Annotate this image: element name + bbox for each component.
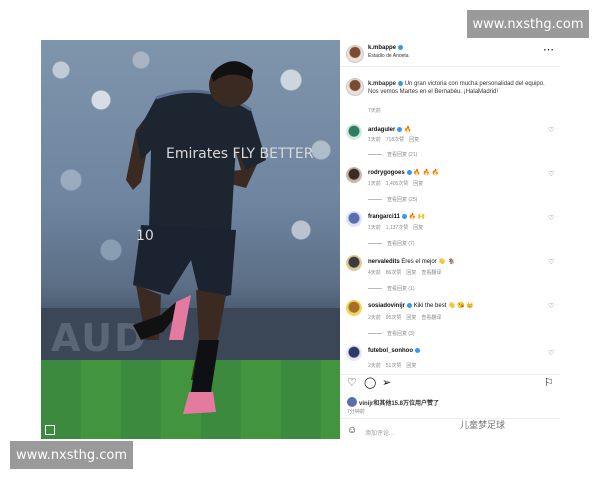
comment-body: 🔥 🙌 — [408, 214, 426, 220]
header-location[interactable]: Estadio de Anoeta — [368, 53, 409, 59]
comment-likes[interactable]: 1,405次赞 — [386, 181, 409, 187]
likes-count[interactable]: vinijr和其他15.8万位用户赞了 — [359, 398, 439, 407]
comment-avatar[interactable] — [346, 211, 362, 227]
share-icon[interactable]: ➢ — [382, 378, 391, 389]
gallery-icon — [45, 425, 55, 435]
comment-meta: 4天前 86次赞 回复 查看翻译 — [368, 269, 446, 276]
translate-button[interactable]: 查看翻译 — [421, 270, 441, 276]
comment-meta: 1天前 1,405次赞 回复 — [368, 180, 428, 187]
comment-avatar[interactable] — [346, 167, 362, 183]
header-username[interactable]: k.mbappe — [368, 45, 404, 51]
bookmark-icon[interactable]: ⚐ — [544, 378, 554, 389]
comment-likes[interactable]: 95次赞 — [386, 315, 402, 321]
verified-icon — [415, 348, 420, 353]
caption-avatar[interactable] — [346, 78, 364, 96]
comment-heart-icon[interactable]: ♡ — [548, 170, 554, 178]
comment-avatar[interactable] — [346, 345, 362, 361]
comment-heart-icon[interactable]: ♡ — [548, 126, 554, 134]
add-comment-input[interactable]: 添加评论... — [365, 428, 394, 437]
view-replies-button[interactable]: 查看回复 (3) — [368, 330, 415, 337]
comment-avatar[interactable] — [346, 300, 362, 316]
comment-avatar[interactable] — [346, 255, 362, 271]
comment-username[interactable]: rodrygogoes — [368, 170, 405, 176]
comment-text: ardaguler 🔥 — [368, 126, 412, 133]
divider — [340, 66, 560, 67]
verified-icon — [402, 213, 408, 219]
likers-avatar — [347, 397, 357, 407]
comment-body: Kiki the best 👋 😘 👑 — [413, 303, 474, 309]
comment-likes[interactable]: 1,137次赞 — [386, 225, 409, 231]
comment-time: 2天前 — [368, 363, 381, 369]
comment-text: nervaledits Eres el mejor 👋 🐐 — [368, 258, 455, 265]
comment-heart-icon[interactable]: ♡ — [548, 302, 554, 310]
comment-meta: 2天前 95次赞 回复 查看翻译 — [368, 314, 446, 321]
comment-username[interactable]: frangarci11 — [368, 214, 400, 220]
caption-username[interactable]: k.mbappe — [368, 81, 396, 87]
comment-body: Eres el mejor 👋 🐐 — [401, 259, 455, 265]
post-panel: k.mbappe Estadio de Anoeta ⋯ k.mbappe Un… — [340, 40, 560, 439]
comment-time: 2天前 — [368, 315, 381, 321]
post-photo[interactable]: AUD Emirates FLY BETTER 10 — [41, 40, 340, 439]
comment-body: 🔥 — [404, 127, 412, 133]
view-replies-button[interactable]: 查看回复 (21) — [368, 151, 417, 158]
verified-icon — [398, 45, 404, 50]
comment-text: rodrygogoes 🔥 🔥 🔥 — [368, 169, 439, 176]
emoji-icon[interactable]: ☺ — [347, 425, 357, 436]
comment-username[interactable]: ardaguler — [368, 127, 395, 133]
player-figure: Emirates FLY BETTER 10 — [126, 61, 314, 414]
verified-icon — [398, 80, 404, 86]
watermark-bottom: www.nxsthg.com — [10, 441, 133, 469]
comment-meta: 1天前 718次赞 回复 — [368, 136, 424, 143]
verified-icon — [407, 302, 413, 308]
comment-time: 1天前 — [368, 225, 381, 231]
comment-icon[interactable]: ◯ — [364, 378, 376, 389]
sticker-watermark: 儿童梦足球 — [460, 421, 506, 431]
svg-text:10: 10 — [136, 228, 154, 244]
comment-heart-icon[interactable]: ♡ — [548, 214, 554, 222]
comment-time: 4天前 — [368, 270, 381, 276]
comment-meta: 1天前 1,137次赞 回复 — [368, 224, 428, 231]
comment-text: sosiadovinijr Kiki the best 👋 😘 👑 — [368, 302, 474, 309]
comment-username[interactable]: futebol_sonhoo — [368, 348, 413, 354]
comment-text: futebol_sonhoo — [368, 348, 420, 354]
comment-time: 1天前 — [368, 181, 381, 187]
comment-meta: 2天前 51次赞 回复 — [368, 362, 421, 369]
caption-time: 7天前 — [368, 108, 381, 114]
reply-button[interactable]: 回复 — [413, 181, 423, 187]
comment-likes[interactable]: 86次赞 — [386, 270, 402, 276]
comment-username[interactable]: nervaledits — [368, 259, 400, 265]
comment-body: 🔥 🔥 🔥 — [413, 170, 440, 176]
translate-button[interactable]: 查看翻译 — [421, 315, 441, 321]
comment-heart-icon[interactable]: ♡ — [548, 258, 554, 266]
caption: k.mbappe Un gran victoria con mucha pers… — [368, 80, 554, 96]
comment-username[interactable]: sosiadovinijr — [368, 303, 405, 309]
reply-button[interactable]: 回复 — [409, 137, 419, 143]
view-replies-button[interactable]: 查看回复 (1) — [368, 285, 415, 292]
post-time: 7分钟前 — [347, 409, 365, 415]
comment-text: frangarci11 🔥 🙌 — [368, 213, 425, 220]
reply-button[interactable]: 回复 — [406, 363, 416, 369]
verified-icon — [397, 126, 403, 132]
comment-avatar[interactable] — [346, 124, 362, 140]
reply-button[interactable]: 回复 — [406, 315, 416, 321]
verified-icon — [406, 169, 412, 175]
more-options-icon[interactable]: ⋯ — [543, 45, 554, 56]
watermark-top: www.nxsthg.com — [467, 10, 589, 38]
divider — [340, 418, 560, 419]
reply-button[interactable]: 回复 — [406, 270, 416, 276]
header-avatar[interactable] — [346, 45, 364, 63]
divider — [340, 374, 560, 375]
jersey-sponsor: Emirates FLY BETTER — [166, 146, 314, 162]
heart-icon[interactable]: ♡ — [347, 378, 357, 389]
comment-heart-icon[interactable]: ♡ — [548, 349, 554, 357]
comment-time: 1天前 — [368, 137, 381, 143]
view-replies-button[interactable]: 查看回复 (25) — [368, 196, 417, 203]
comment-likes[interactable]: 718次赞 — [386, 137, 404, 143]
reply-button[interactable]: 回复 — [413, 225, 423, 231]
comment-likes[interactable]: 51次赞 — [386, 363, 402, 369]
view-replies-button[interactable]: 查看回复 (7) — [368, 240, 415, 247]
